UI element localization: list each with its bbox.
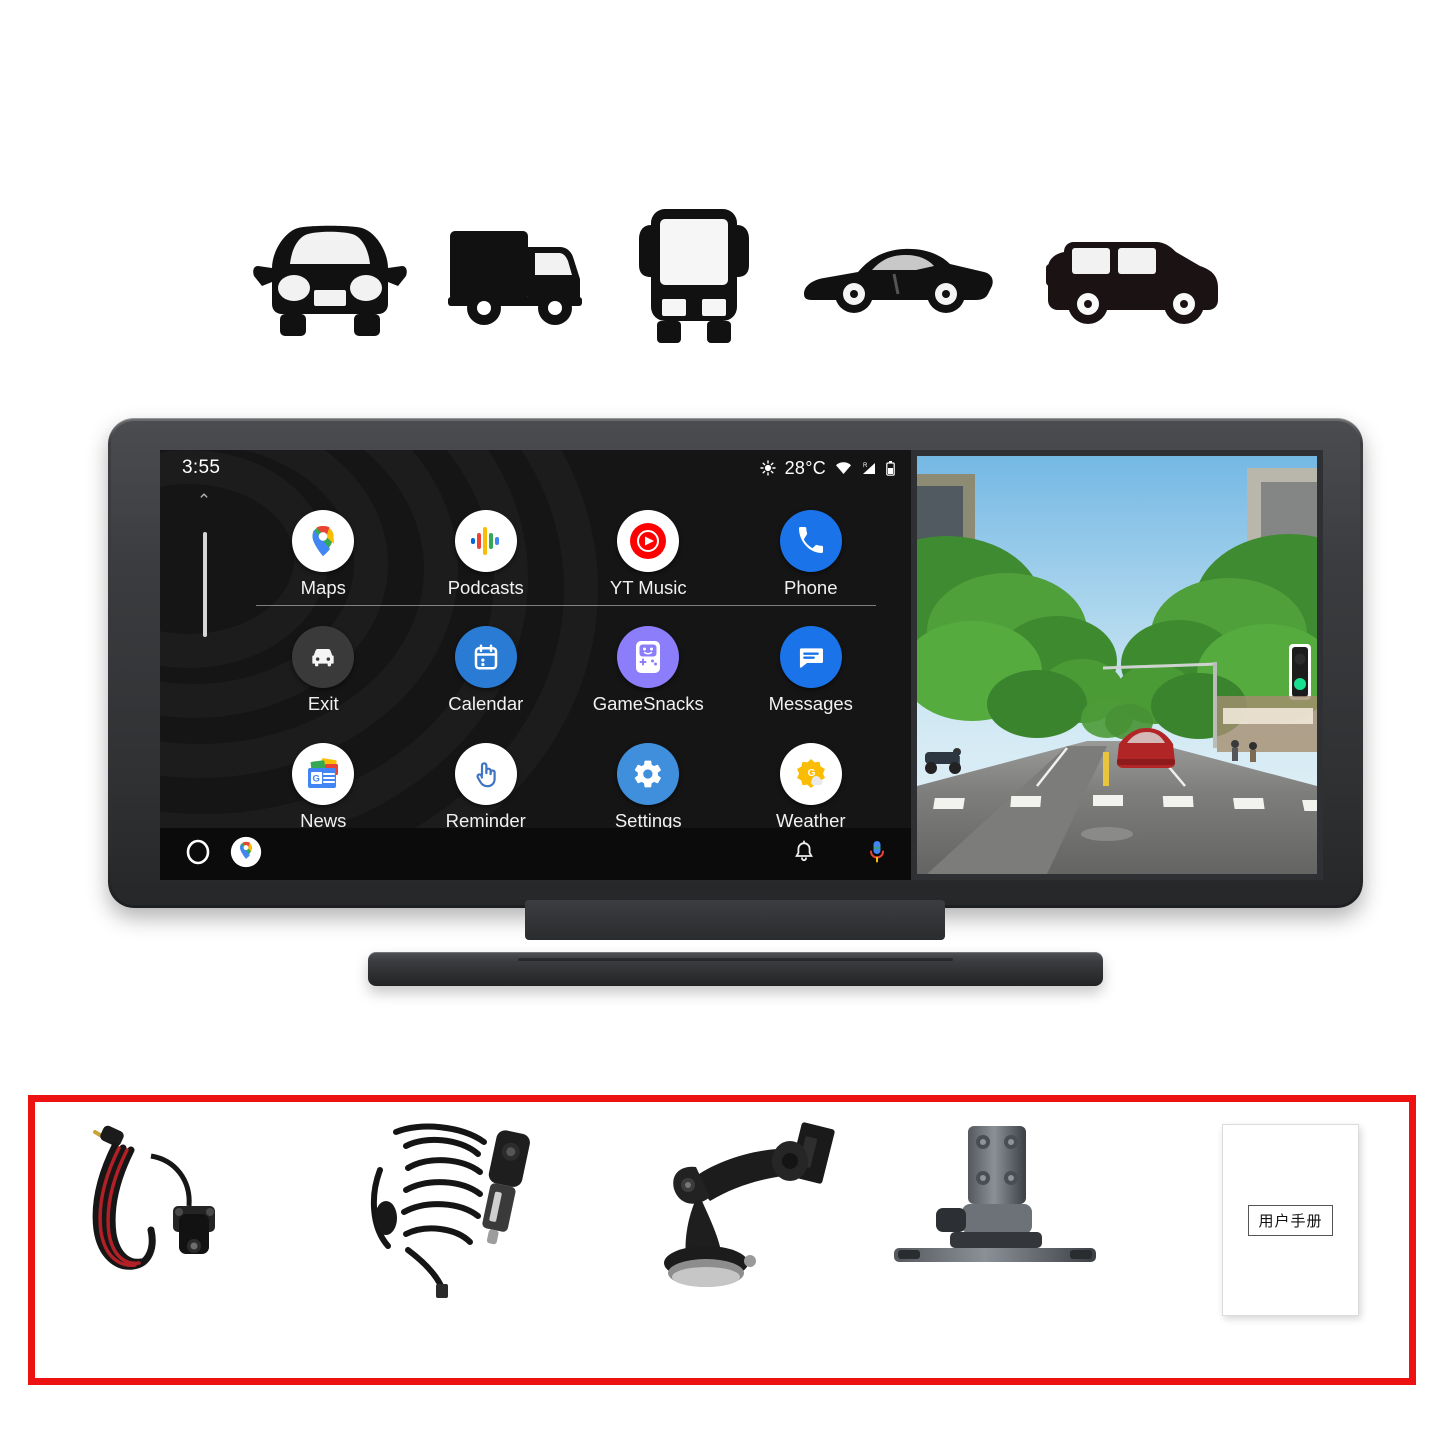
vehicle-compatibility-row xyxy=(0,185,1445,360)
google-podcasts-icon xyxy=(454,509,517,572)
app-tile-maps[interactable]: Maps xyxy=(242,496,405,613)
app-tile-calendar[interactable]: Calendar xyxy=(405,613,568,730)
scrollbar-thumb[interactable] xyxy=(203,532,207,637)
device-stand-neck xyxy=(525,900,945,940)
accessory-rear-camera-with-cable xyxy=(55,1110,280,1310)
app-tile-exit[interactable]: Exit xyxy=(242,613,405,730)
vehicle-icon-truck xyxy=(432,185,612,360)
app-tile-podcasts[interactable]: Podcasts xyxy=(405,496,568,613)
svg-text:G: G xyxy=(313,774,320,785)
scroll-up-chevron[interactable]: ⌃ xyxy=(197,492,211,509)
google-maps-icon xyxy=(292,509,355,572)
accessory-dashboard-bracket-mount xyxy=(880,1120,1110,1310)
app-label: Messages xyxy=(768,693,853,715)
app-label: GameSnacks xyxy=(592,693,704,715)
accessory-user-manual: 用户手册 xyxy=(1222,1124,1359,1316)
wifi-icon xyxy=(836,462,851,474)
calendar-icon xyxy=(454,626,517,689)
device-screen: 3:55 28°C R ⌃ Maps Podcasts YT Music Pho… xyxy=(160,450,1323,880)
app-label: Calendar xyxy=(448,693,524,715)
exit-car-icon xyxy=(292,626,355,689)
product-image-stage: 3:55 28°C R ⌃ Maps Podcasts YT Music Pho… xyxy=(0,0,1445,1445)
youtube-music-icon xyxy=(617,509,680,572)
app-label: Phone xyxy=(784,576,838,598)
status-time: 3:55 xyxy=(182,457,221,478)
dashcam-camera-pane xyxy=(911,450,1323,880)
accessory-car-charger-cable xyxy=(350,1110,570,1310)
phone-icon xyxy=(779,509,842,572)
android-auto-pane: 3:55 28°C R ⌃ Maps Podcasts YT Music Pho… xyxy=(160,450,911,880)
app-label: YT Music xyxy=(609,576,687,598)
app-label: Exit xyxy=(307,693,339,715)
battery-icon xyxy=(886,460,895,476)
signal-roaming-icon: R xyxy=(863,463,875,474)
settings-gear-icon xyxy=(617,743,680,806)
app-tile-messages[interactable]: Messages xyxy=(730,613,893,730)
status-bar: 3:55 28°C R xyxy=(160,450,911,486)
accessory-suction-cup-mount xyxy=(640,1115,860,1310)
app-tile-gamesnacks[interactable]: GameSnacks xyxy=(567,613,730,730)
weather-sun-icon: G xyxy=(779,743,842,806)
app-label: Maps xyxy=(300,576,346,598)
vehicle-icon-bus-front xyxy=(624,185,764,360)
gamesnacks-icon xyxy=(617,626,680,689)
app-tile-phone[interactable]: Phone xyxy=(730,496,893,613)
messages-icon xyxy=(779,626,842,689)
home-circle-icon[interactable] xyxy=(184,838,212,871)
app-tile-yt-music[interactable]: YT Music xyxy=(567,496,730,613)
svg-text:R: R xyxy=(863,463,868,469)
app-label: Podcasts xyxy=(447,576,524,598)
bell-icon[interactable] xyxy=(793,840,815,869)
vehicle-icon-sports-car xyxy=(795,185,1000,360)
reminder-hand-icon xyxy=(454,743,517,806)
status-temperature: 28°C xyxy=(784,457,826,478)
google-news-icon: G xyxy=(292,743,355,806)
microphone-icon[interactable] xyxy=(867,839,887,870)
nav-maps-icon[interactable] xyxy=(230,836,262,873)
app-grid: Maps Podcasts YT Music Phone Exit Calend… xyxy=(242,496,892,846)
vehicle-icon-sedan-front xyxy=(235,185,425,360)
device-stand-base xyxy=(368,952,1103,986)
user-manual-label: 用户手册 xyxy=(1248,1204,1333,1236)
dashboard-display-device: 3:55 28°C R ⌃ Maps Podcasts YT Music Pho… xyxy=(108,418,1363,908)
camera-street-view xyxy=(917,456,1317,874)
vehicle-icon-suv xyxy=(1035,185,1235,360)
android-auto-nav-bar xyxy=(160,828,911,880)
sun-icon xyxy=(759,460,776,476)
